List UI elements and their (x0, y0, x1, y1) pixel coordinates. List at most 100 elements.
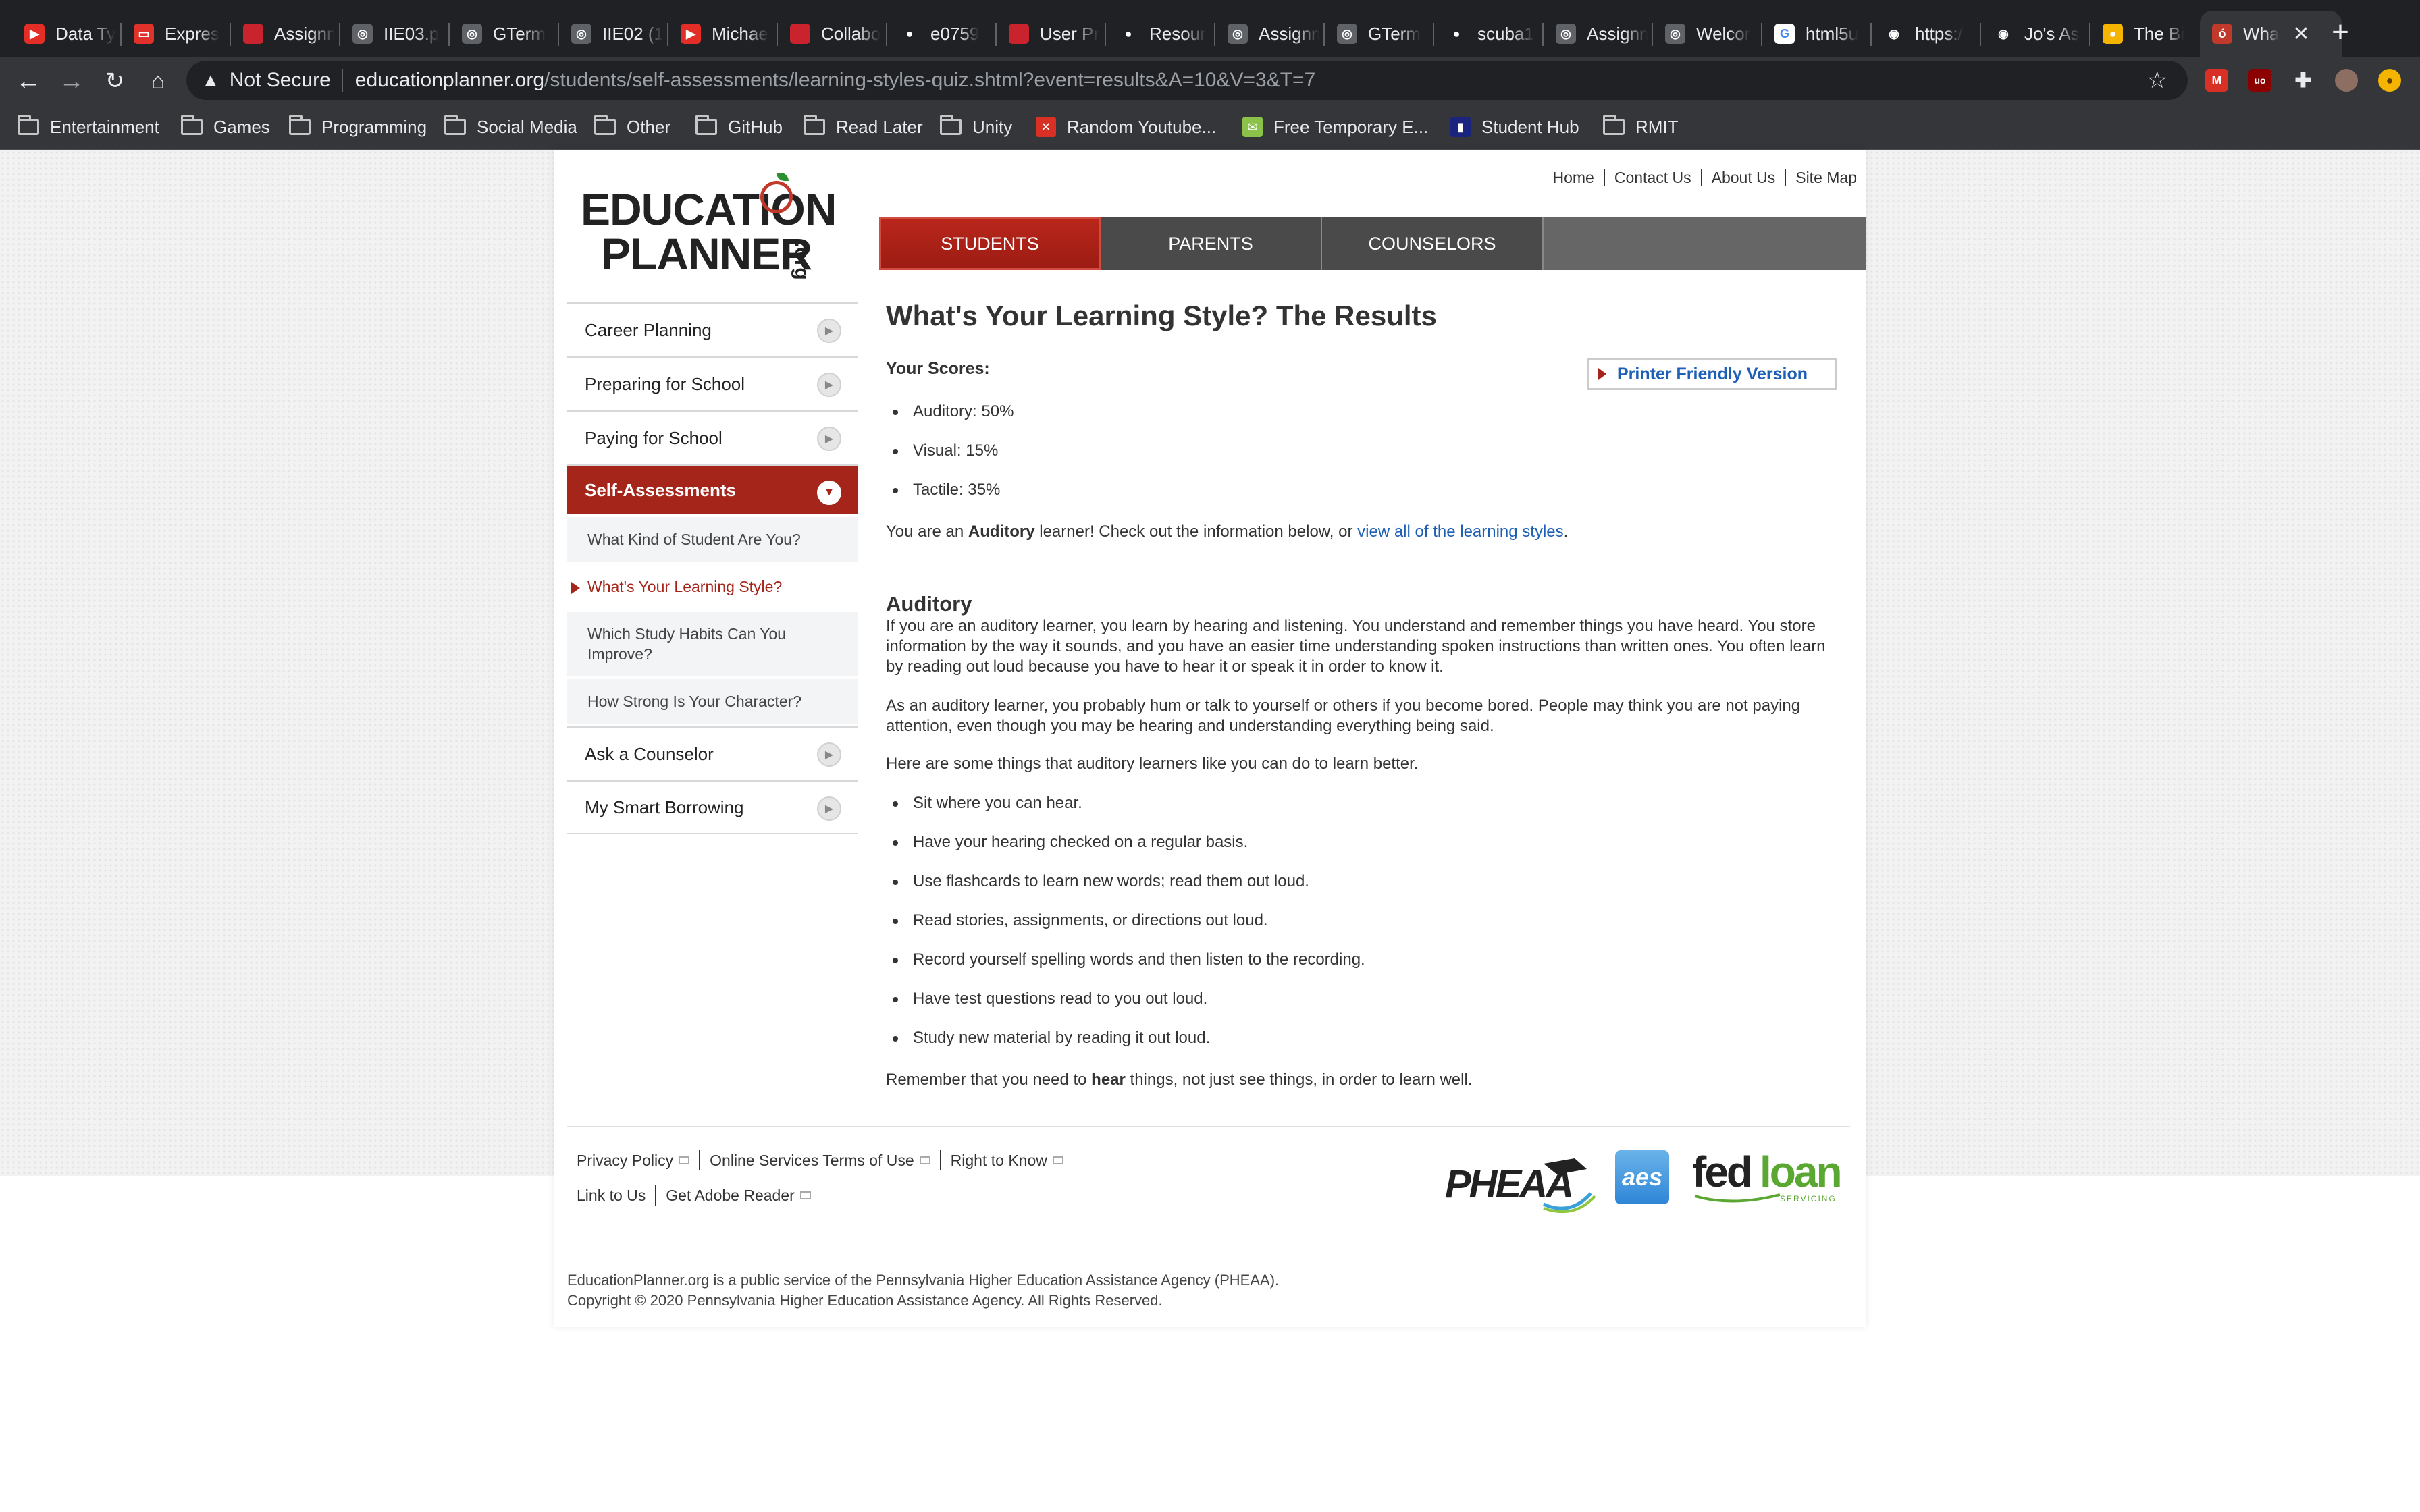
profile-avatar[interactable] (2335, 69, 2358, 92)
sidebar-item-preparing-for-school[interactable]: Preparing for School ▶ (567, 356, 858, 410)
nav-parents-tab[interactable]: PARENTS (1101, 217, 1322, 270)
bookmark-item[interactable]: Social Media (444, 113, 577, 140)
bookmark-item[interactable]: Entertainment (18, 113, 159, 140)
sidebar-item-self-assessments[interactable]: Self-Assessments ▼ (567, 464, 858, 514)
score-auditory: Auditory: 50% (886, 400, 1845, 439)
sidebar-item-ask-a-counselor[interactable]: Ask a Counselor ▶ (567, 726, 858, 780)
subnav-learning-style[interactable]: What's Your Learning Style? (567, 564, 858, 609)
browser-tab[interactable]: Collabo (778, 11, 887, 57)
bookmark-item[interactable]: ▮ Student Hub (1450, 113, 1579, 140)
sidebar-item-my-smart-borrowing[interactable]: My Smart Borrowing ▶ (567, 780, 858, 834)
browser-tab[interactable]: ◎ Assignm (1544, 11, 1653, 57)
contact-us-link[interactable]: Contact Us (1605, 169, 1702, 186)
bookmark-label: Games (213, 116, 270, 137)
result-text: You are an (886, 522, 968, 541)
home-link[interactable]: Home (1544, 169, 1605, 186)
home-icon[interactable]: ⌂ (139, 62, 177, 100)
tab-favicon-icon: ◎ (571, 24, 591, 44)
sidebar-item-label: Ask a Counselor (585, 743, 714, 764)
browser-tab[interactable]: Assignm (231, 11, 340, 57)
result-text: . (1563, 522, 1569, 541)
sidebar-item-career-planning[interactable]: Career Planning ▶ (567, 302, 858, 356)
link-to-us-link[interactable]: Link to Us (577, 1187, 646, 1205)
bookmark-item[interactable]: GitHub (695, 113, 783, 140)
browser-tab[interactable]: ◎ GTerm (1325, 11, 1434, 57)
bookmark-item[interactable]: Unity (940, 113, 1012, 140)
site-favicon-icon: ▮ (1450, 117, 1471, 137)
not-secure-label[interactable]: Not Secure (230, 69, 331, 92)
utility-links: Home Contact Us About Us Site Map (1544, 169, 1867, 186)
tab-favicon-icon: ◎ (1556, 24, 1576, 44)
tab-favicon-icon: ▶ (24, 24, 45, 44)
bookmark-item[interactable]: Games (181, 113, 270, 140)
folder-icon (594, 115, 616, 135)
address-bar[interactable]: ▲ Not Secure educationplanner.org /stude… (186, 61, 2188, 100)
tip-item: Record yourself spelling words and then … (886, 948, 1845, 988)
subnav-study-habits[interactable]: Which Study Habits Can You Improve? (567, 612, 858, 676)
browser-tab[interactable]: Ghtml5u (1762, 11, 1872, 57)
bookmark-label: Social Media (477, 116, 577, 137)
browser-tab[interactable]: ▭ Expres (122, 11, 231, 57)
reload-icon[interactable]: ↻ (96, 62, 134, 100)
tab-title: Wha (2243, 23, 2280, 44)
education-planner-logo[interactable]: EDUCATION PLANNER .org (581, 173, 840, 280)
aes-logo[interactable]: aes (1615, 1150, 1669, 1204)
browser-tab[interactable]: ● scuba1 (1434, 11, 1544, 57)
bookmark-item[interactable]: Other (594, 113, 670, 140)
new-tab-button[interactable]: + (2321, 14, 2359, 51)
browser-toolbar: ← → ↻ ⌂ ▲ Not Secure educationplanner.or… (0, 57, 2420, 104)
fedloan-logo[interactable]: fed loan SERVICING (1692, 1146, 1847, 1207)
subnav-character[interactable]: How Strong Is Your Character? (567, 679, 858, 724)
browser-tab[interactable]: ◎ Assignm (1215, 11, 1325, 57)
play-arrow-icon: ▶ (817, 742, 841, 767)
browser-tab[interactable]: ◎ IIE03.p (340, 11, 450, 57)
extensions-puzzle-icon[interactable]: ✚ (2292, 69, 2315, 92)
update-status-icon[interactable]: ● (2378, 69, 2401, 92)
browser-tab[interactable]: ● e0759 (887, 11, 997, 57)
browser-tab[interactable]: ◎ IIE02 (1 (559, 11, 668, 57)
folder-icon (940, 115, 962, 135)
play-arrow-icon: ▶ (817, 373, 841, 397)
browser-tab[interactable]: User Pr (997, 11, 1106, 57)
browser-tab[interactable]: ● Resour (1106, 11, 1215, 57)
bookmark-item[interactable]: ✉ Free Temporary E... (1242, 113, 1428, 140)
privacy-policy-link[interactable]: Privacy Policy (577, 1152, 673, 1170)
nav-students-tab[interactable]: STUDENTS (879, 217, 1101, 270)
browser-tab[interactable]: ● The Bi (2090, 11, 2200, 57)
svg-text:SERVICING: SERVICING (1780, 1194, 1837, 1204)
sidebar-item-paying-for-school[interactable]: Paying for School ▶ (567, 410, 858, 464)
browser-tab[interactable]: ó Wha ✕ (2200, 11, 2342, 57)
tab-title: Collabo (821, 23, 881, 44)
forward-arrow-icon[interactable]: → (53, 62, 90, 100)
right-to-know-link[interactable]: Right to Know (951, 1152, 1047, 1170)
browser-tab[interactable]: ▶ Michae (668, 11, 778, 57)
ublock-extension-icon[interactable]: uo (2248, 69, 2271, 92)
tab-title: https:/ (1915, 23, 1963, 44)
footer-links-row-2: Link to Us Get Adobe Reader (577, 1185, 811, 1206)
bookmark-star-icon[interactable]: ☆ (2147, 67, 2167, 94)
bookmark-item[interactable]: ✕ Random Youtube... (1036, 113, 1216, 140)
browser-tab[interactable]: ◉ Jo's As (1981, 11, 2090, 57)
logo-line-2: PLANNER (601, 229, 812, 279)
nav-counselors-tab[interactable]: COUNSELORS (1322, 217, 1544, 270)
page-title: What's Your Learning Style? The Results (886, 300, 1437, 331)
tab-favicon-icon (1009, 24, 1029, 44)
view-all-styles-link[interactable]: view all of the learning styles (1357, 522, 1563, 541)
bookmark-item[interactable]: RMIT (1603, 113, 1679, 140)
get-adobe-reader-link[interactable]: Get Adobe Reader (666, 1187, 795, 1205)
terms-of-use-link[interactable]: Online Services Terms of Use (710, 1152, 914, 1170)
printer-friendly-button[interactable]: Printer Friendly Version (1587, 358, 1837, 390)
site-map-link[interactable]: Site Map (1786, 169, 1866, 186)
browser-tab[interactable]: ▶ Data Ty (12, 11, 122, 57)
browser-tab[interactable]: ◎ GTerm (450, 11, 559, 57)
pheaa-logo[interactable]: PHEAA (1442, 1154, 1598, 1215)
browser-tab[interactable]: ◎ Welcor (1653, 11, 1762, 57)
browser-tab[interactable]: ◉ https:/ (1872, 11, 1981, 57)
bookmark-item[interactable]: Programming (289, 113, 427, 140)
bookmark-item[interactable]: Read Later (804, 113, 923, 140)
subnav-kind-of-student[interactable]: What Kind of Student Are You? (567, 517, 858, 562)
close-tab-icon[interactable]: ✕ (2292, 22, 2309, 46)
gmail-extension-icon[interactable]: M (2205, 69, 2228, 92)
back-arrow-icon[interactable]: ← (9, 62, 47, 100)
about-us-link[interactable]: About Us (1702, 169, 1787, 186)
